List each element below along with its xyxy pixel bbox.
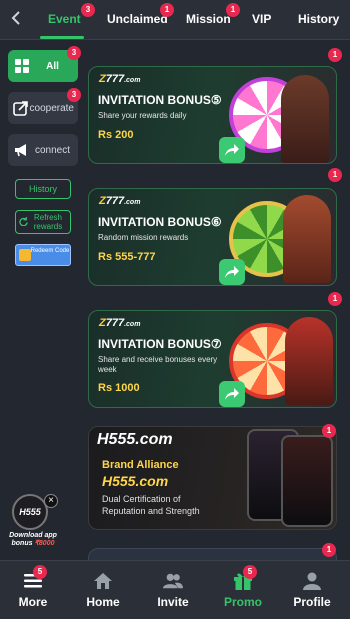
tab-event[interactable]: Event bbox=[48, 12, 81, 26]
redeem-code-label: Redeem Code bbox=[30, 248, 70, 254]
download-app-text: Download app bonus ₹8000 bbox=[9, 532, 57, 547]
nav-promo-badge: 5 bbox=[243, 565, 257, 579]
tab-history[interactable]: History bbox=[298, 12, 339, 26]
partial-banner-badge: 1 bbox=[322, 543, 336, 557]
h555-logo: H555.com bbox=[97, 431, 173, 448]
invitation-bonus-7-banner[interactable]: Z777.com INVITATION BONUS⑦ Share and rec… bbox=[88, 310, 337, 408]
download-app-float[interactable]: H555 × Download app bonus ₹8000 bbox=[9, 494, 58, 554]
z777-logo: Z777.com bbox=[99, 317, 141, 329]
phone-graphic bbox=[281, 435, 333, 527]
character-graphic bbox=[285, 317, 333, 405]
refresh-rewards-button[interactable]: Refresh rewards bbox=[15, 210, 71, 234]
share-button[interactable] bbox=[219, 381, 245, 407]
banner-subtitle: Share your rewards daily bbox=[98, 111, 187, 120]
tab-vip[interactable]: VIP bbox=[252, 12, 271, 26]
home-icon bbox=[93, 571, 113, 591]
tab-unclaimed[interactable]: Unclaimed bbox=[107, 12, 168, 26]
share-button[interactable] bbox=[219, 137, 245, 163]
user-icon bbox=[302, 571, 322, 591]
invitation-bonus-6-banner[interactable]: Z777.com INVITATION BONUS⑥ Random missio… bbox=[88, 188, 337, 286]
active-tab-indicator bbox=[40, 36, 84, 39]
banner-title: INVITATION BONUS⑤ bbox=[98, 93, 222, 107]
close-icon[interactable]: × bbox=[44, 494, 58, 508]
character-graphic bbox=[281, 75, 329, 163]
sidebar-all-badge: 3 bbox=[67, 46, 81, 60]
sidebar-cooperate-badge: 3 bbox=[67, 88, 81, 102]
refresh-rewards-label: Refresh rewards bbox=[33, 213, 63, 231]
z777-logo: Z777.com bbox=[99, 73, 141, 85]
nav-label: Home bbox=[86, 595, 120, 609]
banner-amount: Rs 555-777 bbox=[98, 251, 156, 263]
tab-mission[interactable]: Mission bbox=[186, 12, 231, 26]
banner-amount: Rs 200 bbox=[98, 129, 134, 141]
nav-label: More bbox=[18, 595, 48, 609]
users-icon bbox=[163, 571, 183, 591]
nav-label: Promo bbox=[223, 595, 262, 609]
sidebar-item-connect[interactable]: connect bbox=[8, 134, 78, 166]
share-icon bbox=[13, 99, 30, 117]
sidebar-item-label: connect bbox=[34, 144, 71, 156]
h555-app-icon: H555 bbox=[12, 494, 48, 530]
nav-label: Invite bbox=[157, 595, 189, 609]
banner-badge: 1 bbox=[328, 48, 342, 62]
nav-more-badge: 5 bbox=[33, 565, 47, 579]
banner-badge: 1 bbox=[328, 168, 342, 182]
refresh-icon bbox=[19, 217, 28, 228]
h555-logo-secondary: H555.com bbox=[102, 473, 169, 489]
sidebar-item-label: cooperate bbox=[29, 102, 74, 114]
invitation-bonus-5-banner[interactable]: Z777.com INVITATION BONUS⑤ Share your re… bbox=[88, 66, 337, 164]
sidebar-item-label: All bbox=[46, 60, 59, 72]
redeem-code-button[interactable]: Redeem Code bbox=[15, 244, 71, 266]
banner-amount: Rs 1000 bbox=[98, 382, 140, 394]
brand-description: Dual Certification of Reputation and Str… bbox=[102, 494, 200, 516]
tab-mission-badge: 1 bbox=[226, 3, 240, 17]
brand-badge: 1 bbox=[322, 424, 336, 438]
character-graphic bbox=[283, 195, 331, 283]
nav-invite[interactable]: Invite bbox=[143, 561, 203, 619]
banner-subtitle: Random mission rewards bbox=[98, 233, 189, 242]
banner-title: INVITATION BONUS⑥ bbox=[98, 215, 222, 229]
share-button[interactable] bbox=[219, 259, 245, 285]
bottom-nav: More 5 Home Invite Promo 5 Profile bbox=[0, 560, 350, 619]
z777-logo: Z777.com bbox=[99, 195, 141, 207]
history-button[interactable]: History bbox=[15, 179, 71, 199]
brand-alliance-heading: Brand Alliance bbox=[102, 459, 179, 471]
back-arrow-icon[interactable] bbox=[6, 9, 26, 29]
gift-box-icon bbox=[19, 249, 31, 261]
banner-subtitle: Share and receive bonuses every week bbox=[98, 355, 218, 374]
grid-icon bbox=[13, 57, 31, 75]
megaphone-icon bbox=[13, 141, 31, 159]
tab-event-badge: 3 bbox=[81, 3, 95, 17]
tab-unclaimed-badge: 1 bbox=[160, 3, 174, 17]
nav-profile[interactable]: Profile bbox=[282, 561, 342, 619]
banner-title: INVITATION BONUS⑦ bbox=[98, 337, 222, 351]
top-tab-bar: Event 3 Unclaimed 1 Mission 1 VIP Histor… bbox=[0, 0, 350, 40]
brand-alliance-banner[interactable]: H555.com Brand Alliance H555.com Dual Ce… bbox=[88, 426, 337, 530]
nav-label: Profile bbox=[293, 595, 331, 609]
nav-home[interactable]: Home bbox=[73, 561, 133, 619]
banner-badge: 1 bbox=[328, 292, 342, 306]
